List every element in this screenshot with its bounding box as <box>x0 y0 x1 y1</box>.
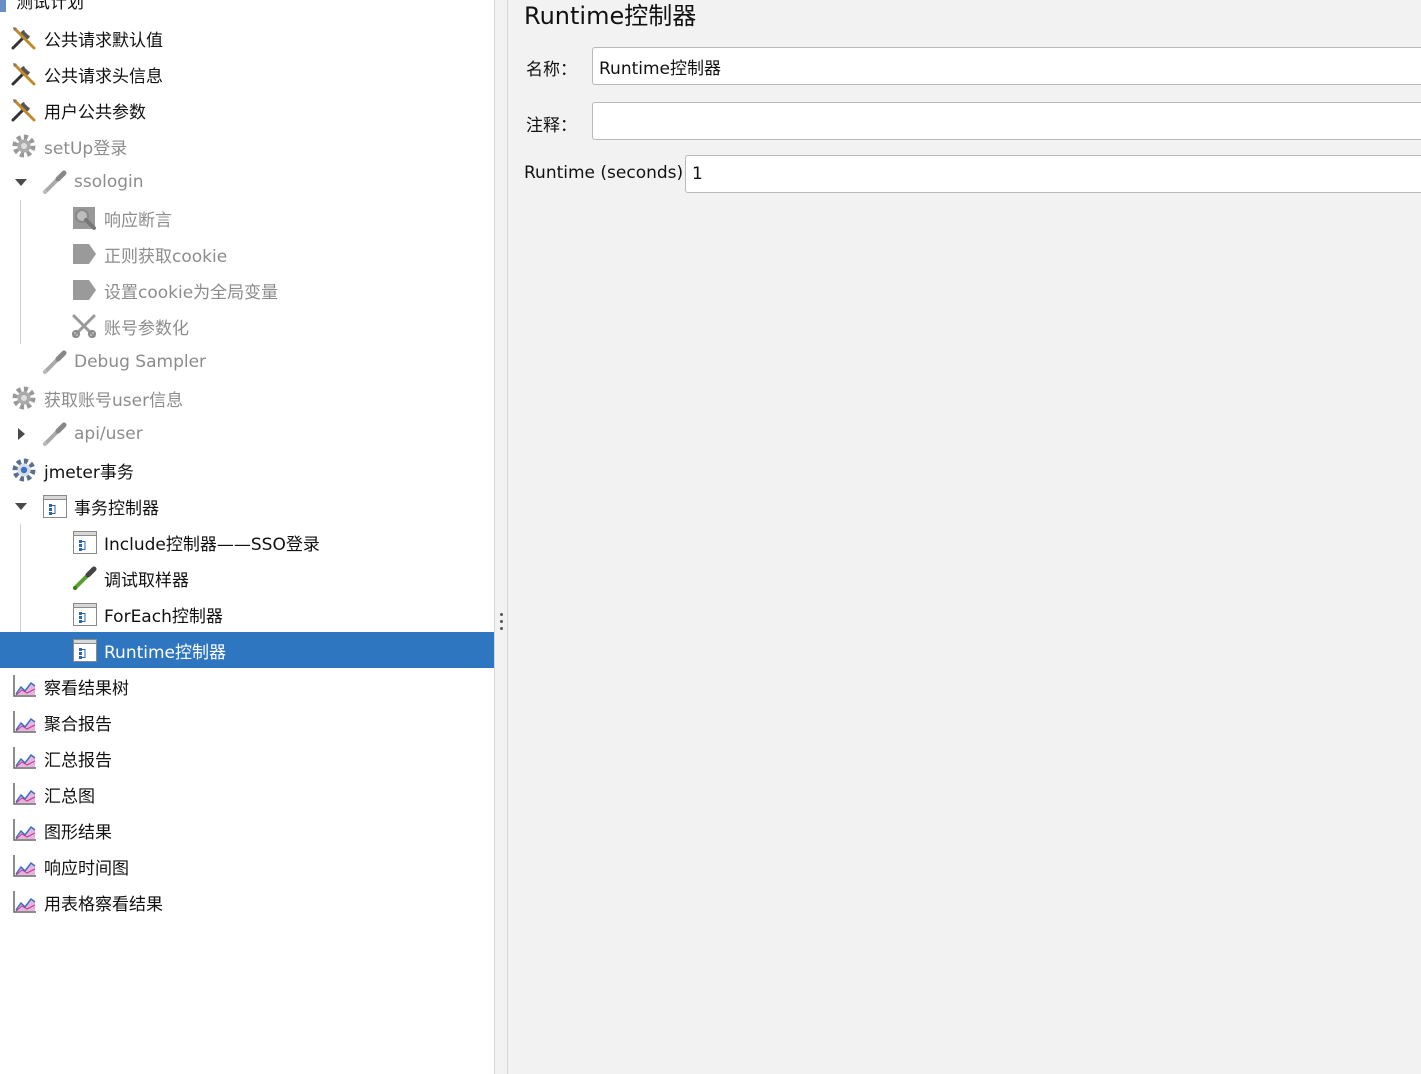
wrench-config-icon <box>10 60 38 88</box>
tree-item-get-user-info[interactable]: 获取账号user信息 <box>0 380 494 416</box>
sampler-pipette-icon <box>40 168 68 196</box>
tree-item-label: 事务控制器 <box>74 498 159 519</box>
tree-item-account-params[interactable]: 账号参数化 <box>0 308 494 344</box>
tree-item-label: 测试计划 <box>16 0 84 13</box>
comment-label: 注释： <box>526 116 577 136</box>
tree-item-regex-cookie[interactable]: 正则获取cookie <box>0 236 494 272</box>
tree-item-label: 响应时间图 <box>44 858 129 879</box>
tree-item-runtime-controller[interactable]: Runtime控制器 <box>0 632 494 668</box>
tree-item-label: 设置cookie为全局变量 <box>104 282 279 303</box>
name-label: 名称： <box>526 60 577 80</box>
wrench-config-icon <box>10 24 38 52</box>
tree-item-response-assertion[interactable]: 响应断言 <box>0 200 494 236</box>
tree-item-label: 账号参数化 <box>104 318 189 339</box>
tree-item-aggregate-report[interactable]: 聚合报告 <box>0 704 494 740</box>
test-plan-tree: 测试计划 公共请求默认值 公共请求头信息 用户公共参数 setUp登录 ssol… <box>0 0 494 1074</box>
tree-item-label: setUp登录 <box>44 138 128 159</box>
controller-icon <box>70 528 98 556</box>
tree-item-label: Include控制器——SSO登录 <box>104 534 320 555</box>
tree-item-foreach-controller[interactable]: ForEach控制器 <box>0 596 494 632</box>
wrench-config-icon <box>10 96 38 124</box>
listener-chart-icon <box>10 852 38 880</box>
sampler-pipette-icon <box>70 564 98 592</box>
tree-item-label: 公共请求头信息 <box>44 66 163 87</box>
collapse-arrow-icon[interactable] <box>14 175 28 189</box>
tree-item-label: 聚合报告 <box>44 714 112 735</box>
controller-icon <box>70 636 98 664</box>
tree-item-label: Debug Sampler <box>74 352 207 372</box>
element-editor-panel: Runtime控制器 名称： 注释： Runtime (seconds) <box>508 0 1421 1074</box>
controller-icon <box>70 600 98 628</box>
tree-item-view-results-tree[interactable]: 察看结果树 <box>0 668 494 704</box>
listener-chart-icon <box>10 672 38 700</box>
gear-icon <box>10 132 38 160</box>
tree-item-label: api/user <box>74 424 143 444</box>
tree-item-label: 用表格察看结果 <box>44 894 163 915</box>
runtime-seconds-label: Runtime (seconds) <box>524 163 684 183</box>
tree-item-include-controller[interactable]: Include控制器——SSO登录 <box>0 524 494 560</box>
tree-item-label: 察看结果树 <box>44 678 129 699</box>
tree-item-view-results-table[interactable]: 用表格察看结果 <box>0 884 494 920</box>
tree-item-transaction-controller[interactable]: 事务控制器 <box>0 488 494 524</box>
tree-item-label: 汇总图 <box>44 786 95 807</box>
tree-item-label: Runtime控制器 <box>104 642 227 663</box>
tree-item-label: 响应断言 <box>104 210 172 231</box>
listener-chart-icon <box>10 816 38 844</box>
scissors-config-icon <box>70 312 98 340</box>
tree-item-label: 正则获取cookie <box>104 246 228 267</box>
tree-item-jmeter-transaction[interactable]: jmeter事务 <box>0 452 494 488</box>
tree-item-label: 用户公共参数 <box>44 102 146 123</box>
tree-item-summary-report[interactable]: 汇总报告 <box>0 740 494 776</box>
sampler-pipette-icon <box>40 420 68 448</box>
collapse-arrow-icon[interactable] <box>14 499 28 513</box>
tree-item-label: jmeter事务 <box>44 462 134 483</box>
runtime-seconds-field[interactable] <box>685 155 1421 193</box>
tree-item-ssologin[interactable]: ssologin <box>0 164 494 200</box>
thread-group-gear-icon <box>10 456 38 484</box>
tree-item-test-plan[interactable]: 测试计划 <box>0 0 494 18</box>
tree-item-label: ssologin <box>74 172 144 192</box>
sampler-pipette-icon <box>40 348 68 376</box>
tree-item-set-cookie-global[interactable]: 设置cookie为全局变量 <box>0 272 494 308</box>
post-processor-icon <box>70 276 98 304</box>
tree-item-header-manager[interactable]: 公共请求头信息 <box>0 56 494 92</box>
listener-chart-icon <box>10 888 38 916</box>
divider-grip-dot <box>500 627 503 630</box>
tree-item-label: 调试取样器 <box>104 570 189 591</box>
tree-item-http-defaults[interactable]: 公共请求默认值 <box>0 20 494 56</box>
tree-item-response-time-graph[interactable]: 响应时间图 <box>0 848 494 884</box>
controller-icon <box>40 492 68 520</box>
divider-grip-dot <box>500 613 503 616</box>
tree-item-setup-login[interactable]: setUp登录 <box>0 128 494 164</box>
tree-item-label: 公共请求默认值 <box>44 30 163 51</box>
listener-chart-icon <box>10 780 38 808</box>
name-field[interactable] <box>592 47 1421 85</box>
tree-item-api-user[interactable]: api/user <box>0 416 494 452</box>
tree-item-label: 汇总报告 <box>44 750 112 771</box>
listener-chart-icon <box>10 744 38 772</box>
tree-item-user-parameters[interactable]: 用户公共参数 <box>0 92 494 128</box>
listener-chart-icon <box>10 708 38 736</box>
post-processor-icon <box>70 240 98 268</box>
tree-item-label: ForEach控制器 <box>104 606 223 627</box>
magnifier-assertion-icon <box>70 204 98 232</box>
tree-item-debug-sampler-cn[interactable]: 调试取样器 <box>0 560 494 596</box>
comment-field[interactable] <box>592 102 1421 140</box>
tree-item-label: 图形结果 <box>44 822 112 843</box>
expand-arrow-icon[interactable] <box>15 427 29 441</box>
tree-item-graph-results[interactable]: 图形结果 <box>0 812 494 848</box>
test-plan-icon <box>0 0 12 14</box>
tree-item-label: 获取账号user信息 <box>44 390 184 411</box>
tree-item-summary-graph[interactable]: 汇总图 <box>0 776 494 812</box>
split-pane-divider[interactable] <box>494 0 508 1074</box>
divider-grip-dot <box>500 620 503 623</box>
tree-item-debug-sampler[interactable]: Debug Sampler <box>0 344 494 380</box>
page-title: Runtime控制器 <box>524 2 697 30</box>
gear-icon <box>10 384 38 412</box>
